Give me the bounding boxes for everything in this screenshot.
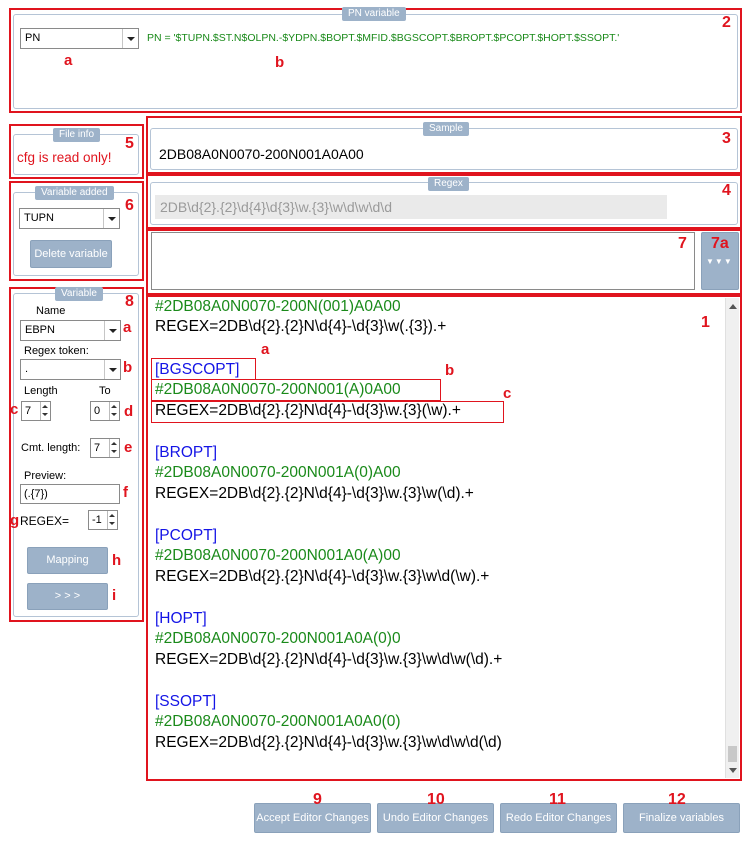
annotation-1b: b — [445, 362, 455, 379]
annotation-10: 10 — [427, 791, 445, 808]
regex-value: 2DB\d{2}.{2}\d{4}\d{3}\w.{3}\w\d\w\d\d — [160, 199, 392, 215]
annotation-8g: g — [10, 512, 20, 529]
pn-expression: PN = '$TUPN.$ST.N$OLPN.-$YDPN.$BOPT.$MFI… — [147, 32, 620, 44]
regex-stepper-value: -1 — [92, 514, 102, 526]
to-value: 0 — [94, 405, 101, 417]
annotation-8f: f — [123, 484, 128, 501]
editor-line: REGEX=2DB\d{2}.{2}N\d{4}-\d{3}\w.{3}\w\d… — [155, 734, 502, 751]
to-label: To — [99, 385, 111, 397]
highlight-sample-comment — [151, 379, 441, 401]
delete-variable-button[interactable]: Delete variable — [30, 240, 112, 268]
name-label: Name — [36, 305, 66, 317]
editor-line: #2DB08A0N0070-200N001A(0)A00 — [155, 464, 401, 481]
annotation-4: 4 — [722, 182, 731, 199]
chevron-down-icon[interactable] — [104, 321, 120, 340]
editor-line: [PCOPT] — [155, 527, 218, 544]
annotation-7a: 7a — [711, 235, 729, 252]
regex-stepper[interactable]: -1 — [88, 510, 118, 530]
spin-arrows-icon[interactable] — [40, 402, 50, 420]
chevron-down-icon[interactable] — [122, 29, 138, 48]
sample-value: 2DB08A0N0070-200N001A0A00 — [159, 146, 364, 162]
spin-arrows-icon[interactable] — [109, 439, 119, 457]
annotation-3: 3 — [722, 130, 731, 147]
variable-panel-legend: Variable — [55, 287, 103, 301]
sample-legend: Sample — [423, 122, 469, 136]
preview-value: (.{7}) — [24, 488, 48, 500]
editor-line: #2DB08A0N0070-200N001A0A(0)0 — [155, 630, 401, 647]
variable-added-selected: TUPN — [24, 212, 54, 224]
annotation-8b: b — [123, 359, 133, 376]
pn-variable-select[interactable]: PN — [20, 28, 139, 49]
regex-token-select[interactable]: . — [20, 359, 121, 380]
file-info-message: cfg is read only! — [17, 150, 112, 165]
mapping-button[interactable]: Mapping — [27, 547, 108, 574]
scroll-down-icon[interactable] — [729, 768, 737, 773]
annotation-5: 5 — [125, 135, 134, 152]
chevron-down-icon[interactable] — [104, 360, 120, 379]
pn-variable-selected: PN — [25, 32, 41, 44]
annotation-1c: c — [503, 385, 512, 402]
preview-label: Preview: — [24, 470, 67, 482]
scroll-up-icon[interactable] — [729, 304, 737, 309]
regex-legend: Regex — [428, 177, 469, 191]
editor-line: [SSOPT] — [155, 693, 217, 710]
length-value: 7 — [25, 405, 32, 417]
cmt-length-value: 7 — [94, 442, 101, 454]
editor-line: #2DB08A0N0070-200N001A0(A)00 — [155, 547, 401, 564]
annotation-8: 8 — [125, 293, 134, 310]
annotation-8d: d — [124, 403, 134, 420]
annotation-1a: a — [261, 341, 270, 358]
cmt-length-stepper[interactable]: 7 — [90, 438, 120, 458]
annotation-9: 9 — [313, 791, 322, 808]
editor-line: REGEX=2DB\d{2}.{2}N\d{4}-\d{3}\w.{3}\w(\… — [155, 485, 474, 502]
annotation-2b: b — [275, 54, 285, 71]
length-stepper[interactable]: 7 — [21, 401, 51, 421]
highlight-regex-line — [151, 401, 504, 423]
editor-line: REGEX=2DB\d{2}.{2}N\d{4}-\d{3}\w(.{3}).+ — [155, 318, 447, 335]
annotation-8h: h — [112, 552, 122, 569]
cmt-length-label: Cmt. length: — [21, 442, 81, 454]
annotation-1: 1 — [701, 314, 710, 331]
regex-token-selected: . — [25, 363, 29, 375]
editor-line: [BROPT] — [155, 444, 218, 461]
editor-scrollbar[interactable] — [725, 298, 739, 778]
file-info-legend: File info — [53, 128, 101, 142]
pn-variable-legend: PN variable — [342, 7, 406, 21]
comment-input[interactable] — [151, 232, 695, 290]
length-label: Length — [24, 385, 58, 397]
regex-label: REGEX= — [20, 514, 70, 528]
annotation-8c: c — [10, 401, 19, 418]
editor-line: REGEX=2DB\d{2}.{2}N\d{4}-\d{3}\w.{3}\w\d… — [155, 568, 490, 585]
annotation-2: 2 — [722, 14, 731, 31]
highlight-section-header — [151, 358, 256, 380]
annotation-11: 11 — [549, 791, 566, 808]
scroll-thumb[interactable] — [728, 746, 737, 762]
variable-added-legend: Variable added — [35, 186, 114, 200]
triangle-down-icon: ▼▼▼ — [706, 257, 733, 266]
annotation-6: 6 — [125, 197, 134, 214]
annotation-8a: a — [123, 319, 132, 336]
name-select[interactable]: EBPN — [20, 320, 121, 341]
editor-line: REGEX=2DB\d{2}.{2}N\d{4}-\d{3}\w.{3}\w\d… — [155, 651, 503, 668]
annotation-2a: a — [64, 52, 73, 69]
to-stepper[interactable]: 0 — [90, 401, 120, 421]
regex-token-label: Regex token: — [24, 345, 89, 357]
preview-field: (.{7}) — [20, 484, 120, 504]
annotation-8i: i — [112, 587, 117, 604]
annotation-12: 12 — [668, 791, 686, 808]
name-selected: EBPN — [25, 324, 55, 336]
annotation-8e: e — [124, 439, 133, 456]
spin-arrows-icon[interactable] — [109, 402, 119, 420]
spin-arrows-icon[interactable] — [107, 511, 117, 529]
apply-arrow-button[interactable]: > > > — [27, 583, 108, 610]
annotation-7: 7 — [678, 235, 687, 252]
editor-line: #2DB08A0N0070-200N(001)A0A00 — [155, 298, 401, 315]
editor-line: #2DB08A0N0070-200N001A0A0(0) — [155, 713, 401, 730]
variable-added-select[interactable]: TUPN — [19, 208, 120, 229]
editor-line: [HOPT] — [155, 610, 207, 627]
chevron-down-icon[interactable] — [103, 209, 119, 228]
